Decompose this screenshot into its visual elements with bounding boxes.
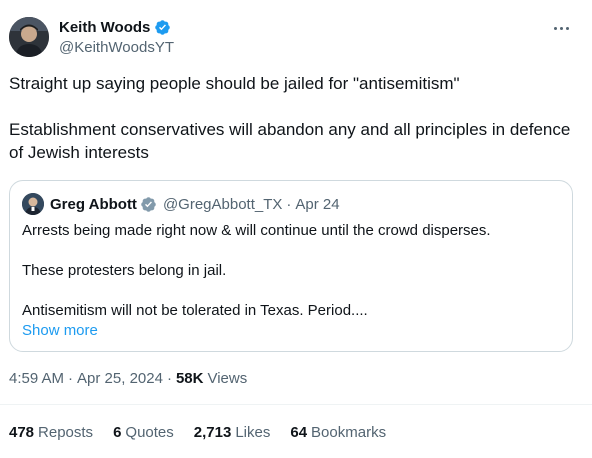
quoted-tweet-header: Greg Abbott @GregAbbott_TX · Apr 24 [22, 193, 340, 215]
quoted-line-3: Antisemitism will not be tolerated in Te… [22, 302, 368, 319]
author-name-row: Keith Woods [59, 17, 174, 37]
likes-label: Likes [235, 424, 271, 441]
divider [0, 404, 592, 405]
verified-badge-icon[interactable] [154, 19, 171, 36]
reposts-label: Reposts [38, 424, 94, 441]
likes-count: 2,713 [193, 424, 232, 441]
quotes-count: 6 [113, 424, 122, 441]
views-label: Views [207, 370, 248, 387]
tweet-header: Keith Woods @KeithWoodsYT [9, 14, 579, 62]
show-more-link[interactable]: Show more [22, 321, 98, 341]
tweet-text: Straight up saying people should be jail… [9, 72, 579, 164]
author-info: Keith Woods @KeithWoodsYT [59, 17, 174, 57]
quoted-author-avatar [22, 193, 44, 215]
tweet-date[interactable]: Apr 25, 2024 [77, 370, 163, 387]
tweet-time[interactable]: 4:59 AM [9, 370, 64, 387]
bookmarks-stat[interactable]: 64 Bookmarks [290, 424, 386, 441]
tweet-timestamp: 4:59 AM · Apr 25, 2024 · 58K Views [9, 370, 247, 387]
tweet-paragraph-1: Straight up saying people should be jail… [9, 74, 460, 93]
quoted-author-name: Greg Abbott [50, 195, 137, 213]
quoted-tweet-text: Arrests being made right now & will cont… [22, 221, 562, 341]
timestamp-separator: · [166, 370, 172, 387]
tweet: Keith Woods @KeithWoodsYT Straight up sa… [0, 0, 592, 458]
quoted-tweet[interactable]: Greg Abbott @GregAbbott_TX · Apr 24 Arre… [9, 180, 573, 352]
reposts-stat[interactable]: 478 Reposts [9, 424, 93, 441]
tweet-stats: 478 Reposts 6 Quotes 2,713 Likes 64 Book… [9, 424, 406, 441]
more-options-icon[interactable] [551, 20, 571, 36]
verified-badge-gray-icon [141, 196, 156, 212]
reposts-count: 478 [9, 424, 35, 441]
bookmarks-label: Bookmarks [311, 424, 387, 441]
author-display-name[interactable]: Keith Woods [59, 19, 150, 36]
quoted-separator: · [286, 195, 292, 213]
author-avatar[interactable] [9, 17, 49, 57]
quoted-date: Apr 24 [295, 195, 340, 213]
quotes-stat[interactable]: 6 Quotes [113, 424, 174, 441]
timestamp-separator: · [68, 370, 74, 387]
author-handle[interactable]: @KeithWoodsYT [59, 39, 174, 56]
quoted-author-handle: @GregAbbott_TX [162, 195, 283, 213]
quoted-line-2: These protesters belong in jail. [22, 262, 227, 279]
quoted-avatar-icon [22, 193, 44, 215]
tweet-paragraph-2: Establishment conservatives will abandon… [9, 120, 571, 162]
user-avatar-icon [9, 17, 49, 57]
views-count: 58K [175, 370, 204, 387]
likes-stat[interactable]: 2,713 Likes [194, 424, 271, 441]
bookmarks-count: 64 [290, 424, 308, 441]
quotes-label: Quotes [125, 424, 174, 441]
quoted-line-1: Arrests being made right now & will cont… [22, 222, 491, 239]
